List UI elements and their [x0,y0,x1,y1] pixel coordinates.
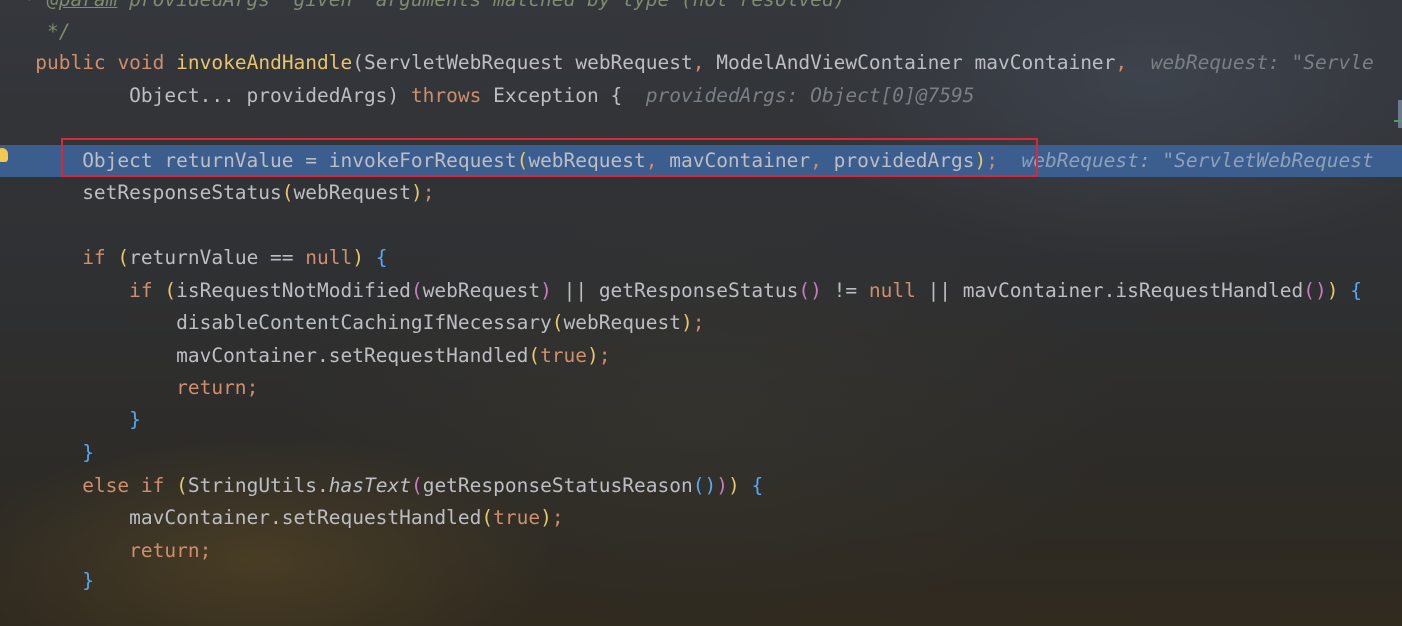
code-line-else-close: } [82,569,94,592]
code-line-else-set-handled: mavContainer.setRequestHandled(true); [129,506,564,529]
code-line-if-null: if (returnValue == null) { [82,246,388,269]
debug-inline-hint: providedArgs: Object[0]@7595 [645,84,975,107]
invoke-for-request-call[interactable]: invokeForRequest [329,149,517,172]
code-line-else-return: return; [129,539,212,562]
code-line-disable-caching: disableContentCachingIfNecessary(webRequ… [176,311,705,334]
code-line-doc-end: */ [0,16,70,48]
code-line-set-status: setResponseStatus(webRequest); [82,181,435,204]
lightbulb-icon[interactable] [0,148,8,162]
change-marker [1394,120,1402,122]
code-line-signature-cont: Object... providedArgs) throws Exception… [129,84,975,107]
current-execution-line[interactable]: Object returnValue = invokeForRequest(we… [0,145,1402,177]
javadoc-tag: @param [47,0,117,11]
scrollbar-marker[interactable] [1398,100,1402,128]
method-name[interactable]: invokeAndHandle [176,51,352,74]
debug-inline-hint: webRequest: "Servle [1150,51,1374,74]
code-line-close-inner: } [129,408,141,431]
javadoc-text: providedArgs "given" arguments matched b… [117,0,845,11]
code-line-doc-param: * @param providedArgs "given" arguments … [0,0,845,16]
code-line-return: return; [176,376,259,399]
code-line-signature: public void invokeAndHandle(ServletWebRe… [35,51,1374,74]
code-editor[interactable]: * @param providedArgs "given" arguments … [0,0,1402,626]
debug-inline-hint-current: webRequest: "ServletWebRequest [1021,149,1374,172]
code-line-if-not-modified: if (isRequestNotModified(webRequest) || … [129,279,1362,302]
code-line-set-handled: mavContainer.setRequestHandled(true); [176,344,611,367]
code-line-else-if: else if (StringUtils.hasText(getResponse… [82,474,764,497]
code-line-close-outer: } [82,441,94,464]
javadoc-end: */ [46,20,71,43]
